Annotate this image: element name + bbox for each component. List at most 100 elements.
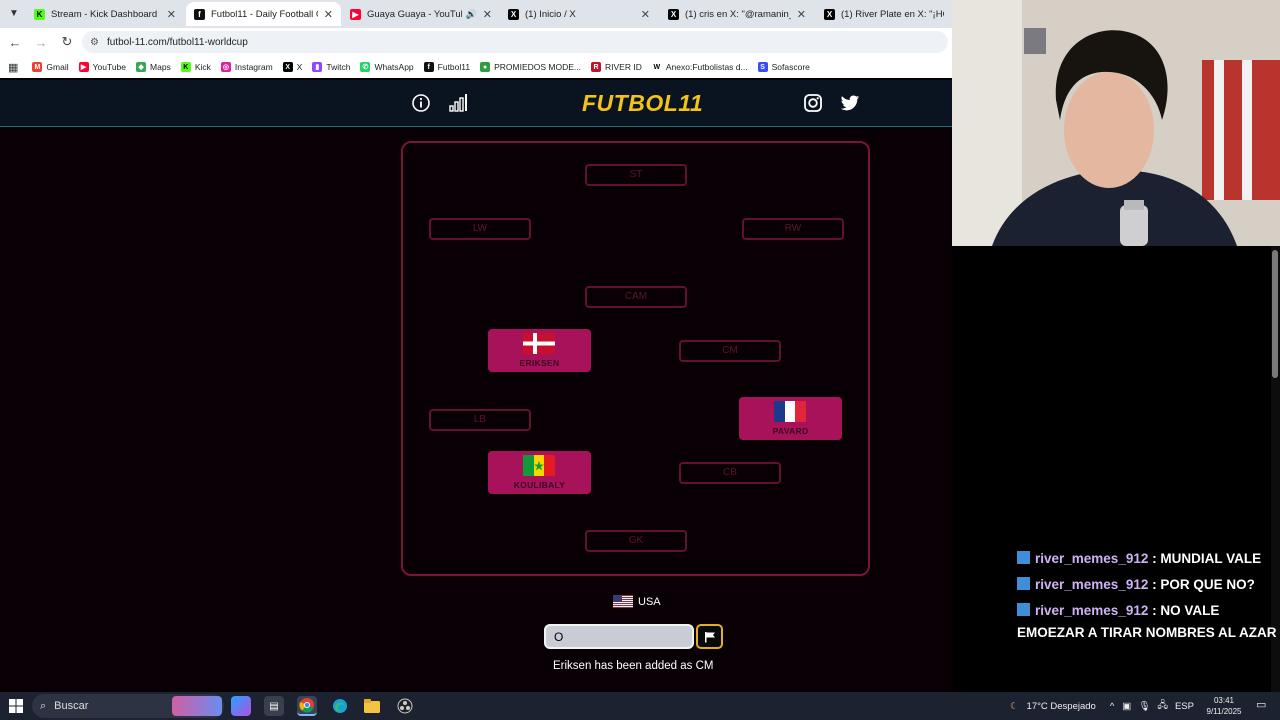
language-indicator[interactable]: ESP	[1175, 701, 1194, 712]
player-card-eriksen[interactable]: ERIKSEN	[488, 329, 591, 372]
slot-gk[interactable]: GK	[585, 530, 687, 552]
instagram-icon: ◎	[220, 62, 231, 72]
close-icon[interactable]: ✕	[797, 8, 806, 21]
site-header: FUTBOL11	[0, 80, 952, 127]
slot-cm[interactable]: CM	[679, 340, 781, 362]
windows-start-icon[interactable]	[6, 696, 26, 716]
tab-x-inicio[interactable]: X (1) Inicio / X ✕	[500, 2, 658, 26]
apps-grid-icon[interactable]: ▦	[8, 61, 18, 74]
maps-icon: ◆	[136, 62, 147, 72]
bookmark-sofascore[interactable]: S Sofascore	[757, 62, 810, 72]
close-icon[interactable]: ✕	[483, 8, 492, 21]
player-card-koulibaly[interactable]: KOULIBALY	[488, 451, 591, 494]
microphone-icon[interactable]: 🎙	[1138, 701, 1150, 712]
bookmark-maps[interactable]: ◆ Maps	[136, 62, 171, 72]
x-icon: X	[668, 8, 679, 20]
edge-icon[interactable]	[330, 696, 350, 716]
bookmark-label: YouTube	[92, 62, 127, 72]
tab-x-river[interactable]: X (1) River Plate en X: "¡HOY JUE	[816, 2, 952, 26]
obs-icon[interactable]	[395, 696, 415, 716]
weather-text[interactable]: 17°C Despejado	[1027, 701, 1096, 712]
chat-text: POR QUE NO?	[1160, 577, 1255, 592]
reload-icon[interactable]: ↻	[56, 34, 78, 50]
forward-icon[interactable]: →	[30, 35, 52, 50]
screen-icon[interactable]: ▣	[1122, 701, 1131, 712]
file-explorer-icon[interactable]	[362, 696, 382, 716]
bookmark-wikipedia[interactable]: W Anexo:Futbolistas d...	[651, 62, 748, 72]
network-icon[interactable]: 🖧	[1157, 698, 1168, 714]
bookmark-label: Instagram	[234, 62, 273, 72]
kick-icon: K	[180, 62, 191, 72]
tab-title: (1) cris en X: "@ramanin_ Pelot	[685, 8, 791, 20]
chat-username: river_memes_912	[1035, 603, 1149, 618]
store-icon[interactable]: ▤	[264, 696, 284, 716]
address-bar[interactable]: ⚙ futbol-11.com/futbol11-worldcup	[82, 31, 948, 53]
slot-cam[interactable]: CAM	[585, 286, 687, 308]
close-icon[interactable]: ✕	[324, 8, 333, 21]
search-highlight-icon[interactable]	[172, 696, 222, 716]
bookmark-river-id[interactable]: R RIVER ID	[591, 62, 642, 72]
player-card-pavard[interactable]: PAVARD	[739, 397, 842, 440]
chat-message-continuation: EMOEZAR A TIRAR NOMBRES AL AZAR	[1017, 625, 1277, 640]
clock-time: 03:41	[1213, 696, 1235, 705]
stats-icon[interactable]	[448, 93, 468, 118]
back-icon[interactable]: ←	[4, 35, 26, 50]
chat-message: river_memes_912 : POR QUE NO?	[1017, 577, 1255, 592]
bookmark-instagram[interactable]: ◎ Instagram	[220, 62, 273, 72]
instagram-icon[interactable]	[803, 93, 823, 118]
slot-lb[interactable]: LB	[429, 409, 531, 431]
tab-title: (1) Inicio / X	[525, 8, 576, 20]
bookmark-promiedos[interactable]: ● PROMIEDOS MODE...	[480, 62, 581, 72]
bookmark-kick[interactable]: K Kick	[180, 62, 211, 72]
notifications-icon[interactable]: ▭	[1256, 698, 1266, 711]
site-settings-icon[interactable]: ⚙	[90, 37, 99, 48]
tab-kick-dashboard[interactable]: K Stream - Kick Dashboard ✕	[26, 2, 184, 26]
info-icon[interactable]	[411, 93, 431, 118]
bookmark-label: Twitch	[326, 62, 351, 72]
kick-icon: K	[34, 8, 45, 20]
clock[interactable]: 03:41 9/11/2025	[1196, 695, 1252, 717]
senegal-flag-icon	[523, 455, 555, 476]
chrome-icon[interactable]	[297, 696, 317, 716]
chat-badge-icon	[1017, 577, 1030, 590]
speaker-icon[interactable]: 🔊	[466, 9, 477, 20]
bookmark-youtube[interactable]: ▶ YouTube	[78, 62, 127, 72]
scrollbar-thumb[interactable]	[1272, 250, 1278, 378]
river-icon: R	[591, 62, 602, 72]
bookmark-label: PROMIEDOS MODE...	[494, 62, 582, 72]
tab-futbol11[interactable]: f Futbol11 - Daily Football Game ✕	[186, 2, 341, 26]
slot-lw[interactable]: LW	[429, 218, 531, 240]
streamer-webcam-image	[952, 0, 1280, 246]
twitter-icon[interactable]	[840, 93, 860, 118]
browser-toolbar: ← → ↻ ⚙ futbol-11.com/futbol11-worldcup	[0, 28, 952, 56]
chevron-up-icon[interactable]: ^	[1110, 701, 1114, 712]
copilot-icon[interactable]	[231, 696, 251, 716]
close-icon[interactable]: ✕	[641, 8, 650, 21]
tab-x-cris[interactable]: X (1) cris en X: "@ramanin_ Pelot ✕	[660, 2, 814, 26]
site-logo[interactable]: FUTBOL11	[582, 90, 703, 117]
bookmark-twitch[interactable]: ▮ Twitch	[312, 62, 350, 72]
chat-username: river_memes_912	[1035, 577, 1149, 592]
tab-list-chevron-icon[interactable]: ▼	[6, 6, 22, 22]
x-icon: X	[508, 8, 519, 20]
bookmark-label: WhatsApp	[374, 62, 414, 72]
bookmark-whatsapp[interactable]: ✆ WhatsApp	[360, 62, 414, 72]
slot-rw[interactable]: RW	[742, 218, 844, 240]
x-icon: X	[824, 8, 835, 20]
player-name: KOULIBALY	[513, 480, 566, 490]
bookmark-gmail[interactable]: M Gmail	[32, 62, 69, 72]
close-icon[interactable]: ✕	[167, 8, 176, 21]
bookmark-futbol11[interactable]: f Futbol11	[423, 62, 470, 72]
give-up-flag-button[interactable]	[696, 624, 723, 649]
slot-cb[interactable]: CB	[679, 462, 781, 484]
futbol11-icon: f	[423, 62, 434, 72]
status-message: Eriksen has been added as CM	[553, 660, 714, 672]
country-name: USA	[638, 595, 661, 608]
tab-youtube[interactable]: ▶ Guaya Guaya - YouTube 🔊 ✕	[342, 2, 500, 26]
bookmark-x[interactable]: XX	[282, 62, 302, 72]
futbol11-icon: f	[194, 8, 205, 20]
player-guess-input[interactable]	[544, 624, 694, 649]
system-tray: ☾ 17°C Despejado ^ ▣ 🎙 🖧 ESP	[1010, 692, 1194, 720]
weather-moon-icon[interactable]: ☾	[1010, 701, 1019, 712]
slot-st[interactable]: ST	[585, 164, 687, 186]
